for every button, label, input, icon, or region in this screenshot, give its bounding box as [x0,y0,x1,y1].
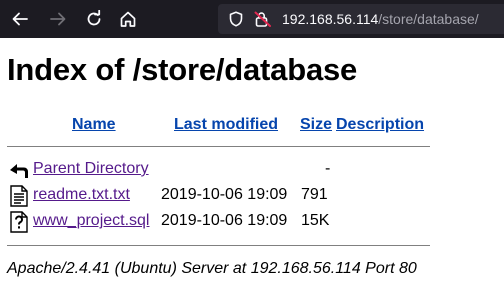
sort-by-name-link[interactable]: Name [72,116,116,133]
text-file-icon [10,185,28,207]
shield-icon[interactable] [228,11,244,27]
page-title: Index of /store/database [7,52,358,87]
back-arrow-icon [12,12,28,26]
url-path: /store/database/ [378,11,479,27]
last-modified-value: 2019-10-06 19:09 [161,186,288,203]
list-item: www_project.sql 2019-10-06 19:09 15K [7,210,437,234]
size-value: 15K [301,212,330,229]
column-header-description[interactable]: Description [336,116,424,134]
last-modified-value: 2019-10-06 19:09 [161,212,288,229]
sort-by-description-link[interactable]: Description [336,116,424,133]
url-bar[interactable]: 192.168.56.114/store/database/ [218,4,504,34]
column-header-name[interactable]: Name [72,116,116,134]
browser-toolbar: 192.168.56.114/store/database/ [0,0,504,38]
forward-button[interactable] [46,7,70,31]
page-content: Index of /store/database Name Last modif… [0,38,504,294]
url-host: 192.168.56.114 [282,11,379,27]
back-arrow-icon [10,164,28,178]
back-button[interactable] [8,7,32,31]
file-link-readme[interactable]: readme.txt.txt [33,186,130,204]
list-item: readme.txt.txt 2019-10-06 19:09 791 [7,184,437,208]
insecure-lock-icon[interactable] [254,11,272,27]
file-link-www-project-sql[interactable]: www_project.sql [33,212,149,230]
reload-icon [87,10,101,26]
size-value: 791 [301,186,328,203]
column-header-last-modified[interactable]: Last modified [174,116,278,134]
server-signature: Apache/2.4.41 (Ubuntu) Server at 192.168… [7,260,417,277]
home-button[interactable] [116,7,140,31]
forward-arrow-icon [50,12,66,26]
divider [7,245,430,246]
url-text[interactable]: 192.168.56.114/store/database/ [282,10,479,28]
list-item: Parent Directory - [7,158,437,182]
divider [7,146,430,147]
sort-by-last-modified-link[interactable]: Last modified [174,116,278,133]
parent-directory-link[interactable]: Parent Directory [33,160,149,178]
sort-by-size-link[interactable]: Size [300,116,332,133]
unknown-file-icon [10,211,28,233]
reload-button[interactable] [82,7,106,31]
column-header-size[interactable]: Size [300,116,332,134]
size-value: - [325,160,331,177]
home-icon [120,11,136,27]
